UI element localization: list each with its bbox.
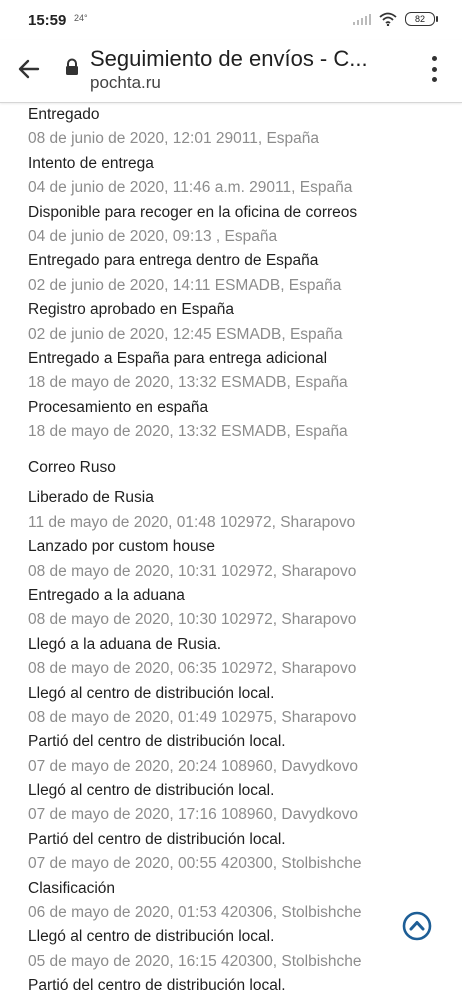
event-meta: 18 de mayo de 2020, 13:32 ESMADB, España [28,423,348,441]
event-title: Procesamiento en españa [28,398,209,416]
back-button[interactable] [14,54,44,84]
event-title: Partió del centro de distribución local. [28,733,286,751]
lock-icon [64,58,80,76]
event-title: Entregado [28,106,100,123]
event-meta: 08 de junio de 2020, 12:01 29011, España [28,130,320,148]
section-heading: Correo Ruso [28,459,116,476]
browser-toolbar: Seguimiento de envíos - C... pochta.ru [0,40,462,103]
overflow-menu-button[interactable] [422,56,446,82]
event-meta: 11 de mayo de 2020, 01:48 102972, Sharap… [28,513,356,531]
event-meta: 08 de mayo de 2020, 06:35 102972, Sharap… [28,660,357,678]
event-title: Disponible para recoger en la oficina de… [28,203,358,221]
event-meta: 07 de mayo de 2020, 00:55 420300, Stolbi… [28,855,362,873]
signal-icon [353,13,371,25]
chevron-up-circle-icon [402,911,432,941]
status-temperature: 24° [74,13,88,23]
event-meta: 06 de mayo de 2020, 01:53 420306, Stolbi… [28,904,362,922]
event-meta: 08 de mayo de 2020, 10:31 102972, Sharap… [28,562,357,580]
event-meta: 05 de mayo de 2020, 16:15 420300, Stolbi… [28,952,362,970]
event-meta: 07 de mayo de 2020, 17:16 108960, Davydk… [28,806,359,824]
page-url[interactable]: pochta.ru [90,73,161,93]
scroll-to-top-button[interactable] [402,911,432,941]
event-meta: 04 de junio de 2020, 11:46 a.m. 29011, E… [28,179,353,197]
event-meta: 18 de mayo de 2020, 13:32 ESMADB, España [28,374,348,392]
event-title: Clasificación [28,879,116,897]
status-time: 15:59 [28,12,67,29]
event-meta: 08 de mayo de 2020, 01:49 102975, Sharap… [28,708,357,726]
event-title: Llegó a la aduana de Rusia. [28,635,222,653]
event-meta: 02 de junio de 2020, 14:11 ESMADB, Españ… [28,276,342,294]
event-title: Entregado a España para entrega adiciona… [28,349,328,367]
section-spain: Entregado 08 de junio de 2020, 12:01 290… [28,103,428,444]
event-meta: 08 de mayo de 2020, 10:30 102972, Sharap… [28,611,357,629]
tracking-history: Entregado 08 de junio de 2020, 12:01 290… [0,103,462,1000]
event-meta: 02 de junio de 2020, 12:45 ESMADB, Españ… [28,325,343,343]
event-title: Liberado de Rusia [28,489,154,507]
wifi-icon [379,12,397,26]
event-title: Entregado para entrega dentro de España [28,252,319,270]
status-bar: 15:59 24° 82 [0,0,462,40]
event-title: Llegó al centro de distribución local. [28,782,275,800]
event-title: Registro aprobado en España [28,301,234,319]
event-title: Llegó al centro de distribución local. [28,684,275,702]
event-title: Partió del centro de distribución local. [28,977,286,995]
back-arrow-icon [18,59,40,79]
event-title: Llegó al centro de distribución local. [28,928,275,946]
status-icons: 82 [353,12,438,26]
page-title[interactable]: Seguimiento de envíos - C... [90,46,402,72]
event-title: Lanzado por custom house [28,538,215,556]
battery-icon: 82 [405,12,438,26]
event-meta: 04 de junio de 2020, 09:13 , España [28,227,278,245]
section-russia: Correo Ruso Liberado de Rusia 11 de mayo… [28,456,428,999]
event-title: Entregado a la aduana [28,586,185,604]
event-title: Intento de entrega [28,154,154,172]
event-meta: 07 de mayo de 2020, 20:24 108960, Davydk… [28,757,359,775]
event-title: Partió del centro de distribución local. [28,830,286,848]
